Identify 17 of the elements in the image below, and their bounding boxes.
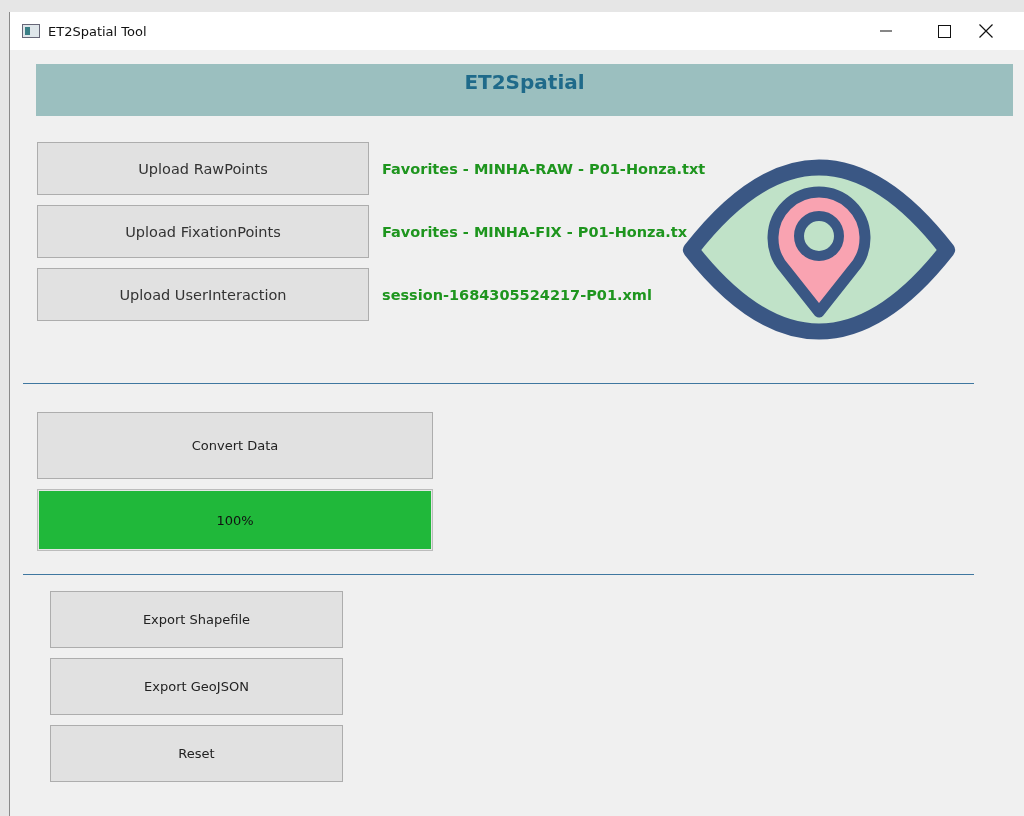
file-name: session-1684305524217-P01.xml: [382, 286, 652, 303]
progress-text: 100%: [216, 512, 254, 528]
upload-button[interactable]: Upload RawPoints: [37, 142, 369, 195]
file-name: Favorites - MINHA-RAW - P01-Honza.txt: [382, 160, 706, 177]
window-title: ET2Spatial Tool: [48, 23, 148, 39]
upload-button[interactable]: Upload FixationPoints: [37, 205, 369, 258]
maximize-icon: [937, 24, 951, 38]
file-name: Favorites - MINHA-FIX - P01-Honza.tx: [382, 223, 688, 240]
action-button[interactable]: Export GeoJSON: [50, 658, 343, 715]
action-button[interactable]: Export Shapefile: [50, 591, 343, 648]
upload-button[interactable]: Upload UserInteraction: [37, 268, 369, 321]
header-banner: ET2Spatial: [36, 64, 1013, 116]
action-button[interactable]: Reset: [50, 725, 343, 782]
close-icon: [979, 24, 993, 38]
minimize-icon: [880, 30, 892, 32]
convert-button[interactable]: Convert Data: [37, 412, 433, 479]
app-icon: [22, 24, 40, 38]
